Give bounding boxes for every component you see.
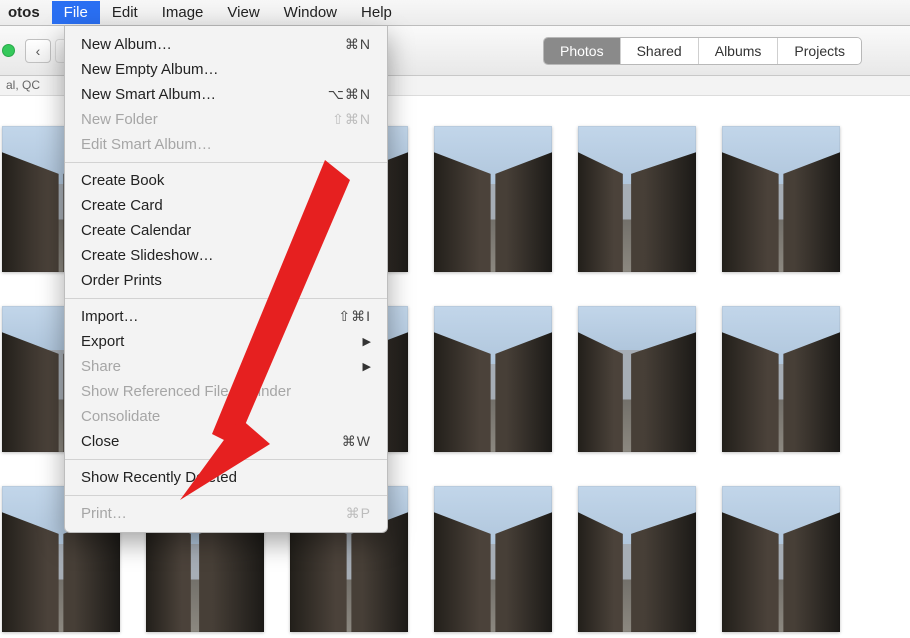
menu-item-new-folder: New Folder⇧⌘N	[65, 107, 387, 132]
photo-thumbnail[interactable]	[578, 486, 696, 632]
menu-item-label: New Folder	[81, 111, 332, 128]
photo-thumbnail[interactable]	[722, 486, 840, 632]
menu-item-print: Print…⌘P	[65, 501, 387, 526]
nav-back-button[interactable]: ‹	[25, 39, 51, 63]
menu-separator	[65, 459, 387, 460]
menu-separator	[65, 298, 387, 299]
photo-image	[578, 126, 696, 272]
menu-item-label: New Empty Album…	[81, 61, 371, 78]
photo-image	[722, 126, 840, 272]
menu-bar: otos File Edit Image View Window Help	[0, 0, 910, 26]
menu-item-label: Create Card	[81, 197, 371, 214]
photo-thumbnail[interactable]	[578, 126, 696, 272]
menu-item-new-album[interactable]: New Album…⌘N	[65, 32, 387, 57]
segment-photos[interactable]: Photos	[544, 38, 621, 64]
menu-item-shortcut: ⌘P	[346, 505, 371, 522]
menu-item-new-smart-album[interactable]: New Smart Album…⌥⌘N	[65, 82, 387, 107]
menu-item-label: Consolidate	[81, 408, 371, 425]
segment-shared[interactable]: Shared	[621, 38, 699, 64]
segment-albums[interactable]: Albums	[699, 38, 779, 64]
menu-item-new-empty-album[interactable]: New Empty Album…	[65, 57, 387, 82]
menu-item-share: Share ▶	[65, 354, 387, 379]
app-window: otos File Edit Image View Window Help ‹ …	[0, 0, 910, 638]
menu-item-shortcut: ⇧⌘I	[338, 308, 371, 325]
menu-item-label: Show Referenced File in Finder	[81, 383, 371, 400]
menu-item-create-card[interactable]: Create Card	[65, 193, 387, 218]
menu-item-label: Order Prints	[81, 272, 371, 289]
menu-item-create-slideshow[interactable]: Create Slideshow…	[65, 243, 387, 268]
menu-item-label: Create Calendar	[81, 222, 371, 239]
photo-image	[578, 486, 696, 632]
menu-item-create-calendar[interactable]: Create Calendar	[65, 218, 387, 243]
photo-image	[722, 306, 840, 452]
photo-image	[434, 126, 552, 272]
menu-item-label: Export	[81, 333, 355, 350]
menu-item-label: Share	[81, 358, 355, 375]
menu-item-shortcut: ⌘N	[345, 36, 371, 53]
menu-item-show-recently-deleted[interactable]: Show Recently Deleted	[65, 465, 387, 490]
menu-separator	[65, 495, 387, 496]
menu-window[interactable]: Window	[272, 1, 349, 24]
photo-image	[722, 486, 840, 632]
menu-item-label: Edit Smart Album…	[81, 136, 371, 153]
photo-thumbnail[interactable]	[722, 306, 840, 452]
photo-image	[434, 486, 552, 632]
menu-separator	[65, 162, 387, 163]
menu-image[interactable]: Image	[150, 1, 216, 24]
menu-item-label: Create Book	[81, 172, 371, 189]
menu-item-edit-smart-album: Edit Smart Album…	[65, 132, 387, 157]
menu-item-shortcut: ⌥⌘N	[328, 86, 371, 103]
menu-item-label: Create Slideshow…	[81, 247, 371, 264]
menu-item-order-prints[interactable]: Order Prints	[65, 268, 387, 293]
submenu-arrow-icon: ▶	[363, 360, 371, 373]
menu-item-label: New Smart Album…	[81, 86, 328, 103]
view-segmented-control: Photos Shared Albums Projects	[543, 37, 862, 65]
menu-item-label: Close	[81, 433, 342, 450]
menu-item-import[interactable]: Import…⇧⌘I	[65, 304, 387, 329]
menu-item-shortcut: ⇧⌘N	[332, 111, 371, 128]
menu-edit[interactable]: Edit	[100, 1, 150, 24]
photo-thumbnail[interactable]	[434, 486, 552, 632]
photo-thumbnail[interactable]	[578, 306, 696, 452]
photo-thumbnail[interactable]	[434, 306, 552, 452]
menu-item-show-referenced-file-in-finder: Show Referenced File in Finder	[65, 379, 387, 404]
window-traffic-light-green[interactable]	[2, 44, 15, 57]
photo-thumbnail[interactable]	[722, 126, 840, 272]
photo-image	[578, 306, 696, 452]
menu-item-consolidate: Consolidate	[65, 404, 387, 429]
submenu-arrow-icon: ▶	[363, 335, 371, 348]
menu-item-close[interactable]: Close⌘W	[65, 429, 387, 454]
menu-view[interactable]: View	[215, 1, 271, 24]
menu-item-label: Import…	[81, 308, 338, 325]
menu-item-create-book[interactable]: Create Book	[65, 168, 387, 193]
app-menu[interactable]: otos	[4, 4, 52, 21]
file-menu-dropdown: New Album…⌘N New Empty Album… New Smart Al…	[64, 26, 388, 533]
menu-help[interactable]: Help	[349, 1, 404, 24]
photo-image	[434, 306, 552, 452]
photo-thumbnail[interactable]	[434, 126, 552, 272]
menu-item-shortcut: ⌘W	[342, 433, 371, 450]
menu-file[interactable]: File	[52, 1, 100, 24]
segment-projects[interactable]: Projects	[778, 38, 861, 64]
menu-item-export[interactable]: Export ▶	[65, 329, 387, 354]
menu-item-label: New Album…	[81, 36, 345, 53]
menu-item-label: Show Recently Deleted	[81, 469, 371, 486]
menu-item-label: Print…	[81, 505, 346, 522]
chevron-left-icon: ‹	[36, 43, 41, 59]
